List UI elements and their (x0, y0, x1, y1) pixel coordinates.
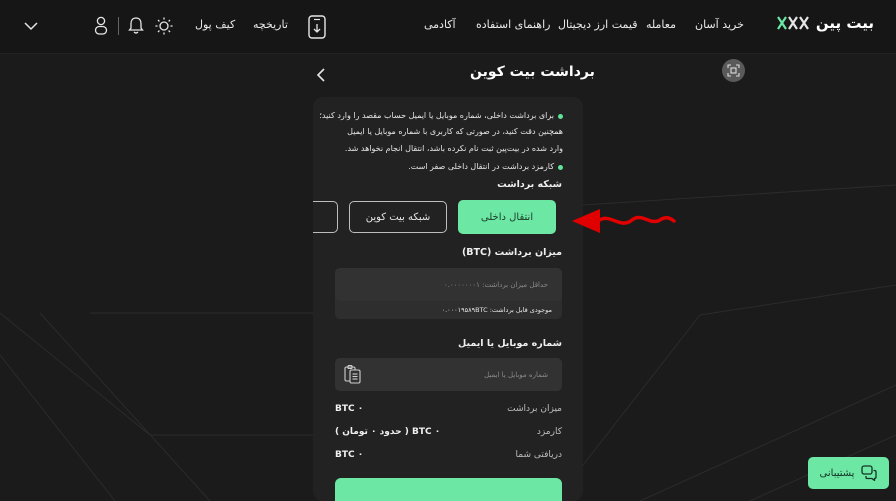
summary-withdraw-key: میزان برداشت (507, 404, 562, 414)
note-bullet (558, 114, 563, 119)
nav-history[interactable]: تاریخچه (253, 18, 288, 31)
network-option-partial[interactable] (313, 201, 338, 233)
paste-clipboard-icon[interactable] (343, 364, 363, 384)
brand-logo[interactable]: بیت پین (776, 14, 874, 32)
amount-input[interactable] (335, 268, 562, 301)
internal-transfer-button[interactable]: انتقال داخلی (458, 200, 556, 234)
page-title: برداشت بیت کوین (470, 64, 595, 80)
bitcoin-network-button[interactable]: شبکه بیت کوین (349, 201, 447, 233)
available-balance[interactable]: موجودی قابل برداشت: ۰.۰۰۰۱۹۵۸۹BTC (335, 301, 562, 319)
notification-bell-icon[interactable] (128, 16, 144, 35)
logo-text: بیت پین (815, 14, 874, 32)
summary-withdraw-value: BTC ۰ (335, 404, 364, 414)
nav-academy[interactable]: آکادمی (424, 18, 456, 31)
withdraw-card: برای برداشت داخلی، شماره موبایل یا ایمیل… (313, 97, 583, 501)
scan-icon (727, 64, 740, 77)
annotation-arrow-icon (572, 209, 676, 233)
chevron-down-icon[interactable] (24, 21, 38, 31)
nav-prices[interactable]: قیمت ارز دیجیتال (558, 18, 637, 31)
network-label: شبکه برداشت (497, 179, 562, 190)
amount-field-wrap: موجودی قابل برداشت: ۰.۰۰۰۱۹۵۸۹BTC (335, 268, 562, 319)
support-button[interactable]: پشتیبانی (808, 457, 889, 489)
recipient-label: شماره موبایل یا ایمیل (458, 338, 562, 349)
back-chevron-icon[interactable] (316, 68, 326, 82)
summary-receive-row: دریافتی شما BTC ۰ (335, 450, 562, 460)
note-line-3: وارد شده در بیت‌پین ثبت نام نکرده باشد، … (344, 144, 563, 153)
scan-qr-button[interactable] (722, 59, 745, 82)
logo-mark-icon (776, 16, 809, 30)
nav-trade[interactable]: معامله (646, 18, 676, 31)
note-bullet (558, 165, 563, 170)
user-profile-icon[interactable] (94, 16, 108, 35)
top-header: بیت پین خرید آسان معامله قیمت ارز دیجیتا… (0, 0, 896, 54)
note-line-2: همچنین دقت کنید، در صورتی که کاربری با ش… (347, 127, 563, 136)
summary-fee-row: کارمزد BTC ۰ ( حدود ۰ تومان ) (335, 427, 562, 437)
note-line-1: برای برداشت داخلی، شماره موبایل یا ایمیل… (319, 111, 554, 120)
chat-bubbles-icon (861, 465, 878, 481)
summary-fee-value: BTC ۰ ( حدود ۰ تومان ) (335, 427, 441, 437)
summary-receive-key: دریافتی شما (515, 450, 562, 460)
recipient-input[interactable] (335, 358, 562, 391)
nav-buy[interactable]: خرید آسان (695, 18, 744, 31)
summary-fee-key: کارمزد (536, 427, 562, 437)
summary-receive-value: BTC ۰ (335, 450, 364, 460)
support-label: پشتیبانی (819, 467, 855, 479)
submit-withdraw-button[interactable] (335, 478, 562, 501)
note-line-4: کارمزد برداشت در انتقال داخلی صفر است. (408, 162, 554, 171)
download-app-icon[interactable] (307, 15, 327, 39)
summary-withdraw-row: میزان برداشت BTC ۰ (335, 404, 562, 414)
recipient-field-wrap (335, 358, 562, 391)
theme-toggle-sun-icon[interactable] (155, 17, 173, 35)
nav-wallet[interactable]: کیف پول (195, 18, 235, 31)
nav-guide[interactable]: راهنمای استفاده (476, 18, 550, 31)
header-divider (118, 17, 119, 35)
amount-label: میزان برداشت (BTC) (461, 247, 562, 258)
